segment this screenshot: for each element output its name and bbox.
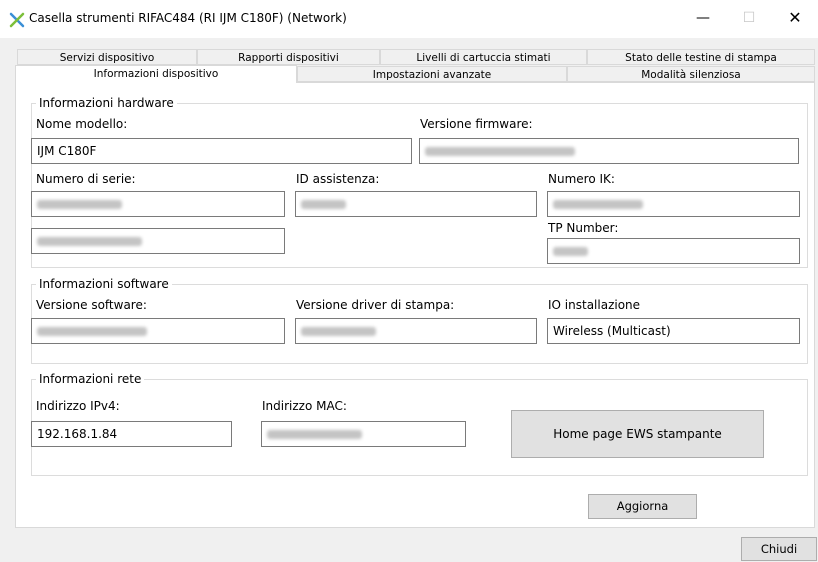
driver-label: Versione driver di stampa: <box>296 298 455 312</box>
tab-stato-testine[interactable]: Stato delle testine di stampa <box>587 49 815 65</box>
toolbox-cross-icon <box>9 12 25 28</box>
tp-label: TP Number: <box>548 221 619 235</box>
mac-label: Indirizzo MAC: <box>262 399 347 413</box>
title-bar: Casella strumenti RIFAC484 (RI IJM C180F… <box>0 0 818 38</box>
extra-hw-field[interactable] <box>31 228 285 254</box>
tab-rapporti-dispositivi[interactable]: Rapporti dispositivi <box>197 49 380 65</box>
serial-field[interactable] <box>31 191 285 217</box>
tab-impostazioni-avanzate[interactable]: Impostazioni avanzate <box>297 66 567 82</box>
model-label: Nome modello: <box>36 117 128 131</box>
firmware-field[interactable] <box>419 138 799 164</box>
software-legend: Informazioni software <box>36 277 172 291</box>
model-field[interactable]: IJM C180F <box>31 138 412 164</box>
ik-label: Numero IK: <box>548 172 615 186</box>
tab-modalita-silenziosa[interactable]: Modalità silenziosa <box>567 66 815 82</box>
firmware-label: Versione firmware: <box>420 117 533 131</box>
sw-label: Versione software: <box>36 298 147 312</box>
network-legend: Informazioni rete <box>36 372 145 386</box>
ik-field[interactable] <box>547 191 800 217</box>
install-field[interactable]: Wireless (Multicast) <box>547 318 800 344</box>
assist-label: ID assistenza: <box>296 172 380 186</box>
tp-field[interactable] <box>547 238 800 264</box>
mac-field[interactable] <box>261 421 466 447</box>
tab-livelli-cartuccia[interactable]: Livelli di cartuccia stimati <box>380 49 587 65</box>
window-title: Casella strumenti RIFAC484 (RI IJM C180F… <box>29 11 347 25</box>
sw-field[interactable] <box>31 318 285 344</box>
close-button[interactable]: Chiudi <box>741 537 817 561</box>
close-window-button[interactable]: ✕ <box>772 0 818 36</box>
refresh-button[interactable]: Aggiorna <box>588 494 697 519</box>
ipv4-label: Indirizzo IPv4: <box>36 399 120 413</box>
tab-servizi-dispositivo[interactable]: Servizi dispositivo <box>17 49 197 65</box>
ipv4-field[interactable]: 192.168.1.84 <box>31 421 232 447</box>
maximize-button[interactable]: ☐ <box>726 0 772 36</box>
install-label: IO installazione <box>548 298 641 312</box>
minimize-button[interactable]: — <box>680 0 726 36</box>
assist-field[interactable] <box>295 191 537 217</box>
serial-label: Numero di serie: <box>36 172 136 186</box>
driver-field[interactable] <box>295 318 537 344</box>
tab-informazioni-dispositivo[interactable]: Informazioni dispositivo <box>15 65 297 83</box>
hardware-legend: Informazioni hardware <box>36 96 177 110</box>
ews-homepage-button[interactable]: Home page EWS stampante <box>511 410 764 458</box>
